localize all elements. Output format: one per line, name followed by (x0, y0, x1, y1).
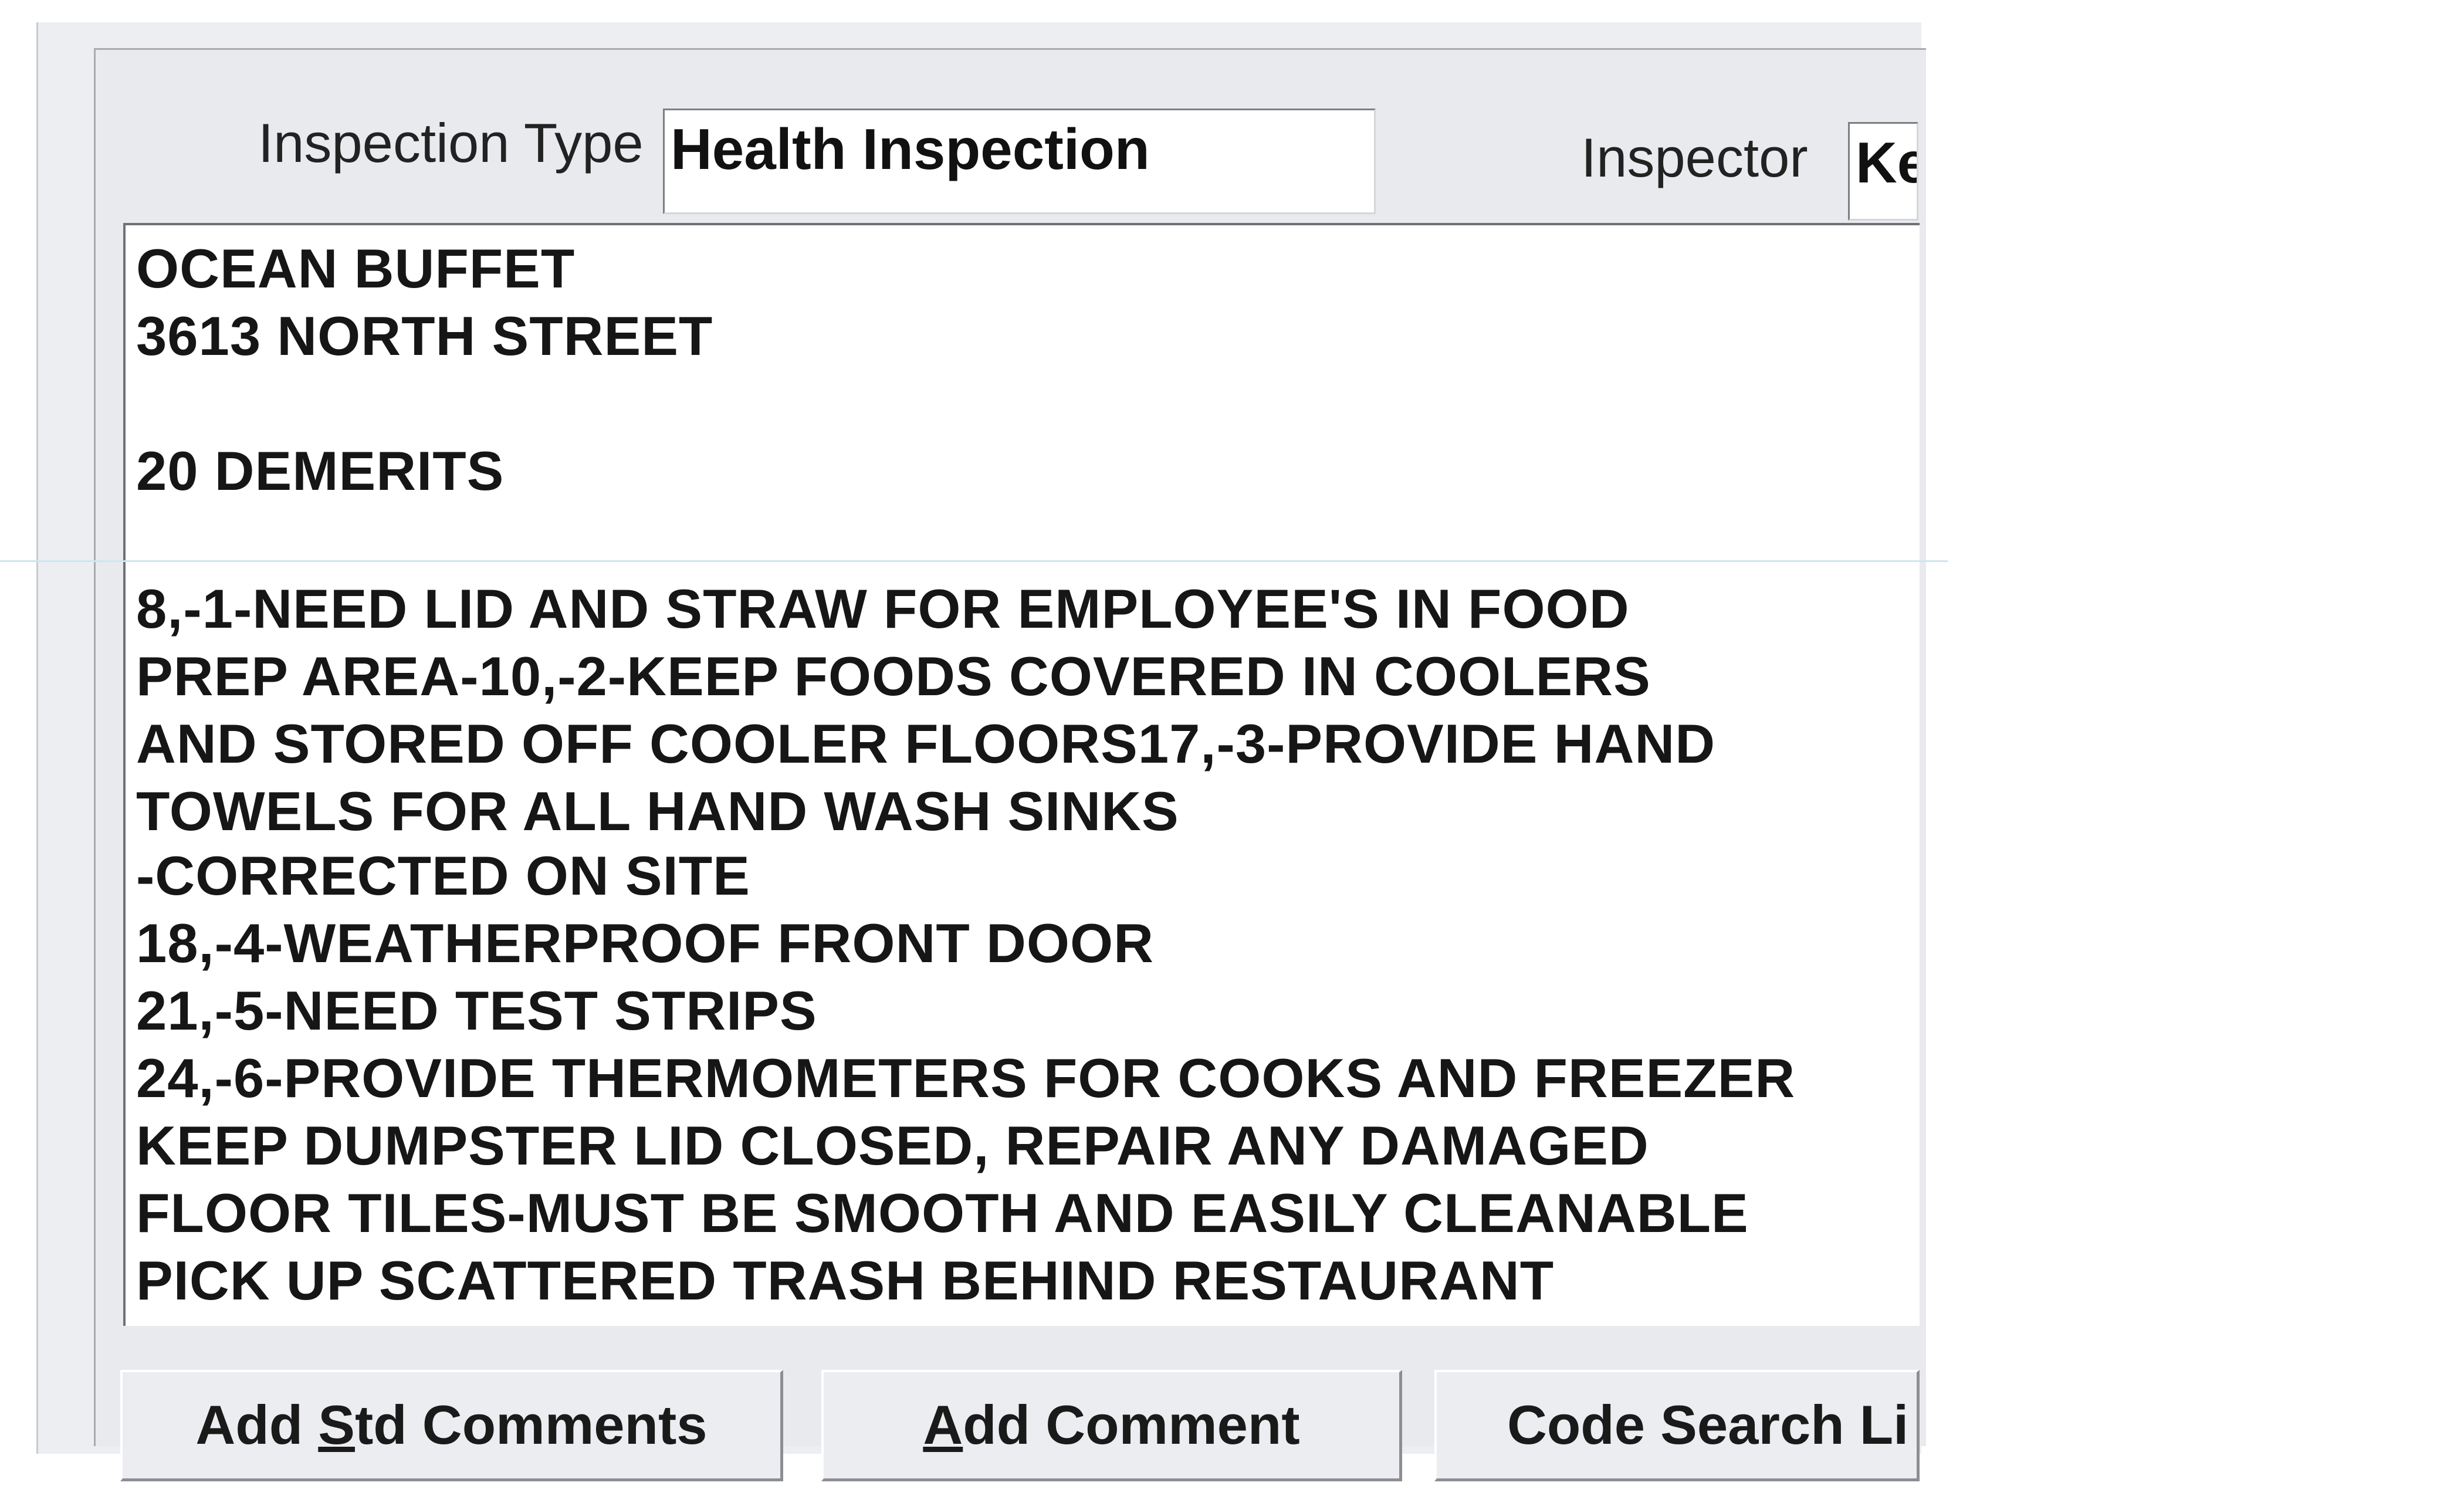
button-label-mnemonic: S (318, 1394, 355, 1456)
comment-line: PICK UP SCATTERED TRASH BEHIND RESTAURAN… (136, 1250, 1555, 1311)
button-label-post: td Comments (354, 1394, 708, 1456)
add-std-comments-button[interactable]: Add Std Comments (120, 1370, 783, 1481)
inspector-label: Inspector (1581, 127, 1808, 188)
scan-artifact-line (0, 560, 1948, 562)
comment-line: 3613 NORTH STREET (136, 305, 713, 367)
button-label-pre: Add (195, 1394, 319, 1456)
button-label: Code Search Li (1507, 1394, 1909, 1456)
inspection-type-field[interactable]: Health Inspection (663, 109, 1376, 214)
comment-line: 21,-5-NEED TEST STRIPS (136, 980, 817, 1041)
comment-line: KEEP DUMPSTER LID CLOSED, REPAIR ANY DAM… (136, 1115, 1649, 1176)
add-comment-button[interactable]: Add Comment (821, 1370, 1402, 1481)
comment-line: -CORRECTED ON SITE (136, 845, 750, 906)
comment-line: 24,-6-PROVIDE THERMOMETERS FOR COOKS AND… (136, 1047, 1796, 1109)
comment-line: OCEAN BUFFET (136, 238, 576, 299)
button-label-post: dd Comment (963, 1394, 1300, 1456)
comment-line: 18,-4-WEATHERPROOF FRONT DOOR (136, 912, 1154, 974)
comment-line: 8,-1-NEED LID AND STRAW FOR EMPLOYEE'S I… (136, 578, 1630, 639)
inspector-field[interactable]: Ke (1848, 122, 1918, 221)
button-label-mnemonic: A (923, 1394, 963, 1456)
code-search-button[interactable]: Code Search Li (1434, 1370, 1920, 1481)
comment-line: PREP AREA-10,-2-KEEP FOODS COVERED IN CO… (136, 645, 1651, 707)
inspection-type-label: Inspection Type (258, 112, 644, 174)
comment-line: FLOOR TILES-MUST BE SMOOTH AND EASILY CL… (136, 1182, 1749, 1244)
comment-line: 20 DEMERITS (136, 440, 505, 502)
comments-textarea[interactable]: OCEAN BUFFET 3613 NORTH STREET 20 DEMERI… (123, 223, 1920, 1326)
comment-line: AND STORED OFF COOLER FLOORS17,-3-PROVID… (136, 713, 1716, 774)
comment-line: TOWELS FOR ALL HAND WASH SINKS (136, 780, 1179, 842)
